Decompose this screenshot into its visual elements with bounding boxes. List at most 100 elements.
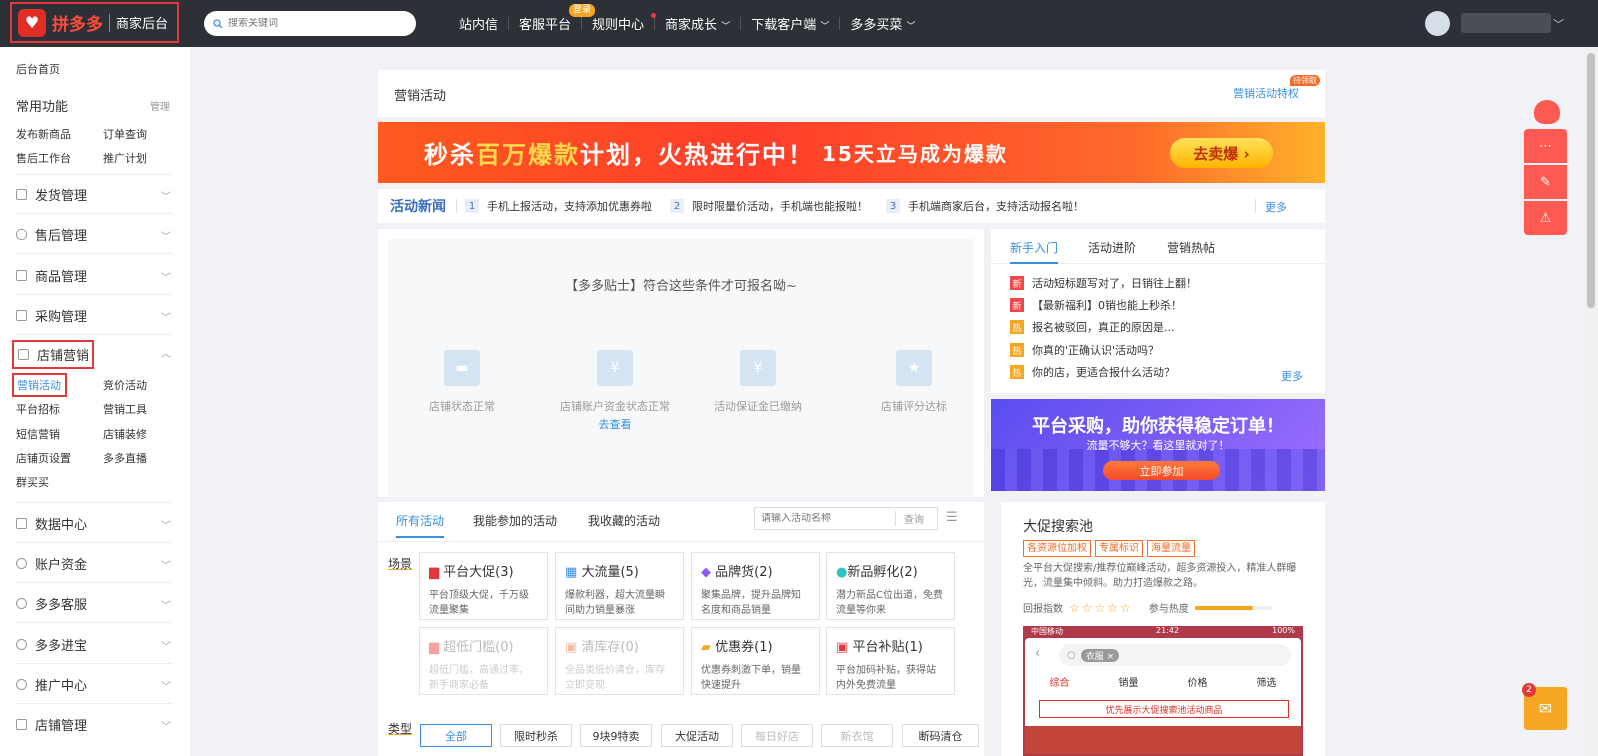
chevron-up-icon[interactable]: ︿ [161, 345, 171, 360]
type-filter-button[interactable]: 全部 [420, 724, 492, 747]
tab-all-activities[interactable]: 所有活动 [396, 512, 445, 538]
avatar[interactable] [1425, 11, 1450, 36]
nav-growth[interactable]: 商家成长 ﹀ [665, 14, 730, 33]
chevron-down-icon[interactable]: ﹀ [161, 269, 171, 284]
nav-duoduo-grocery[interactable]: 多多买菜 ﹀ [850, 14, 915, 33]
common-link[interactable]: 订单查询 [103, 126, 147, 142]
sidebar-group-shipping[interactable]: 发货管理 [16, 185, 87, 204]
sidebar-item-decoration[interactable]: 店铺装修 [103, 426, 147, 442]
sidebar-group-customer-service[interactable]: 多多客服 [16, 594, 87, 613]
guide-item[interactable]: 新【最新福利】0销也能上秒杀！ [1010, 297, 1182, 313]
diamond-icon: ◆ [701, 565, 711, 580]
activity-search[interactable]: 查询 [754, 507, 938, 530]
join-now-button[interactable]: 立即参加 [1103, 461, 1220, 480]
go-sell-button[interactable]: 去卖爆 › [1170, 138, 1273, 168]
type-filter-button[interactable]: 9块9特卖 [580, 724, 652, 747]
procurement-banner[interactable]: 平台采购，助你获得稳定订单！ 流量不够大？看这里就对了！ 立即参加 [991, 399, 1325, 491]
guide-item[interactable]: 热你真的'正确认识'活动吗？ [1010, 342, 1159, 358]
sidebar-item-live[interactable]: 多多直播 [103, 450, 147, 466]
sidebar-item-bidding[interactable]: 竞价活动 [103, 377, 147, 393]
news-more-link[interactable]: 更多 [1265, 199, 1287, 215]
activity-tile-new-product[interactable]: ●新品孵化(2) 潜力新品C位出道，免费流量等你来 [826, 552, 955, 620]
phone-priority-banner: 优先展示大促搜索池活动商品 [1039, 700, 1289, 718]
logo[interactable]: ♥ 拼多多 商家后台 [10, 2, 179, 43]
sidebar-home[interactable]: 后台首页 [16, 61, 60, 77]
activity-search-button[interactable]: 查询 [895, 511, 924, 526]
chevron-down-icon[interactable]: ﹀ [161, 597, 171, 612]
sidebar-group-funds[interactable]: 账户资金 [16, 554, 87, 573]
sort-icon[interactable]: ☰ [946, 510, 958, 525]
guide-more-link[interactable]: 更多 [1281, 368, 1303, 384]
activity-tile-big-traffic[interactable]: ▦ 大流量(5) 爆款利器，超大流量瞬间助力销量暴涨 [555, 552, 684, 620]
chevron-down-icon[interactable]: ﹀ [161, 557, 171, 572]
type-filter-button[interactable]: 新衣馆 [821, 724, 893, 747]
activity-tile-coupon[interactable]: ▰ 优惠券(1) 优惠券刺激下单，销量快速提升 [691, 627, 820, 695]
type-filter-button[interactable]: 限时秒杀 [500, 724, 572, 747]
chevron-down-icon[interactable]: ﹀ [161, 188, 171, 203]
warning-icon[interactable]: ⚠ [1524, 201, 1567, 235]
chevron-down-icon[interactable]: ﹀ [161, 678, 171, 693]
sidebar-group-aftersale[interactable]: 售后管理 [16, 225, 87, 244]
user-name-masked[interactable] [1461, 13, 1551, 33]
common-manage-link[interactable]: 管理 [150, 98, 170, 113]
type-filter-button[interactable]: 每日好店 [741, 724, 813, 747]
nav-rules[interactable]: 规则中心 [592, 14, 644, 33]
sidebar-group-promotion[interactable]: 推广中心 [16, 675, 87, 694]
chevron-down-icon[interactable]: ﹀ [161, 228, 171, 243]
type-filter-button[interactable]: 断码清仓 [902, 724, 979, 747]
nav-download[interactable]: 下载客户端 ﹀ [751, 14, 829, 33]
guide-item[interactable]: 新活动短标题写对了，日销往上翻！ [1010, 275, 1197, 291]
sidebar-item-group-buy[interactable]: 群买买 [16, 474, 49, 490]
activity-search-input[interactable] [755, 513, 895, 524]
chevron-down-icon[interactable]: ﹀ [161, 517, 171, 532]
flash-sale-banner[interactable]: 秒杀 百万爆款 计划，火热进行中！ 15天立马成为爆款 去卖爆 › [378, 122, 1325, 183]
tab-hot-posts[interactable]: 营销热帖 [1167, 239, 1215, 256]
sidebar-item-marketing-tools[interactable]: 营销工具 [103, 401, 147, 417]
tab-beginner[interactable]: 新手入门 [1010, 239, 1059, 264]
tab-favorite-activities[interactable]: 我收藏的活动 [588, 512, 660, 529]
news-item[interactable]: 2 限时限量价活动，手机端也能报啦！ [670, 198, 868, 214]
chevron-down-icon[interactable]: ﹀ [1553, 16, 1564, 32]
chevron-down-icon[interactable]: ﹀ [161, 718, 171, 733]
guide-item[interactable]: 热报名被驳回，真正的原因是... [1010, 319, 1175, 335]
procurement-subtitle: 流量不够大？看这里就对了！ [1086, 439, 1230, 452]
edit-icon[interactable]: ✎ [1524, 165, 1567, 199]
activity-tile-subsidy[interactable]: ▣ 平台补贴(1) 平台加码补贴，获得站内外免费流量 [826, 627, 955, 695]
chevron-down-icon[interactable]: ﹀ [161, 309, 171, 324]
sidebar-group-store-marketing[interactable]: 店铺营销 [12, 340, 95, 369]
common-link[interactable]: 推广计划 [103, 150, 147, 166]
activity-tile-platform-promo[interactable]: ▆ 平台大促(3) 平台顶级大促，千万级流量聚集 [419, 552, 548, 620]
type-filter-button[interactable]: 大促活动 [661, 724, 733, 747]
mascot-icon[interactable] [1530, 96, 1564, 128]
guide-item[interactable]: 热你的店，更适合报什么活动？ [1010, 364, 1175, 380]
activity-tile-clearance[interactable]: ▣ 清库存(0) 全品类低价清仓，库存立即变现 [555, 627, 684, 695]
sidebar-group-data[interactable]: 数据中心 [16, 514, 87, 533]
sidebar-group-store-management[interactable]: 店铺管理 [16, 715, 87, 734]
sidebar-item-sms[interactable]: 短信营销 [16, 426, 60, 442]
chat-icon[interactable]: ⋯ [1524, 129, 1567, 163]
nav-customer-service[interactable]: 客服平台 [519, 14, 571, 33]
global-search[interactable] [204, 11, 416, 36]
check-link[interactable]: 去查看 [545, 416, 685, 432]
nav-inbox[interactable]: 站内信 [459, 14, 498, 33]
privilege-link[interactable]: 营销活动特权 [1233, 85, 1299, 101]
sidebar-group-duoduo-jinbao[interactable]: 多多进宝 [16, 635, 87, 654]
search-input[interactable] [228, 18, 398, 29]
scrollbar-thumb[interactable] [1587, 53, 1595, 308]
sidebar-group-purchase[interactable]: 采购管理 [16, 306, 87, 325]
sidebar-item-platform-tender[interactable]: 平台招标 [16, 401, 60, 417]
common-link[interactable]: 售后工作台 [16, 150, 71, 166]
tab-eligible-activities[interactable]: 我能参加的活动 [473, 512, 557, 529]
logo-main-text: 拼多多 [52, 15, 103, 35]
tab-advanced[interactable]: 活动进阶 [1088, 239, 1136, 256]
chevron-down-icon[interactable]: ﹀ [161, 638, 171, 653]
sidebar-item-marketing-activity[interactable]: 营销活动 [12, 373, 67, 397]
scrollbar[interactable] [1584, 47, 1598, 756]
news-item[interactable]: 3 手机端商家后台，支持活动报名啦！ [886, 198, 1084, 214]
sidebar-item-page-settings[interactable]: 店铺页设置 [16, 450, 71, 466]
common-link[interactable]: 发布新商品 [16, 126, 71, 142]
activity-tile-low-threshold[interactable]: ▆ 超低门槛(0) 超低门槛，高通过率，新手商家必备 [419, 627, 548, 695]
activity-tile-brand[interactable]: ◆ 品牌货(2) 聚集品牌，提升品牌知名度和商品销量 [691, 552, 820, 620]
news-item[interactable]: 1 手机上报活动，支持添加优惠券啦 [465, 198, 652, 214]
sidebar-group-products[interactable]: 商品管理 [16, 266, 87, 285]
